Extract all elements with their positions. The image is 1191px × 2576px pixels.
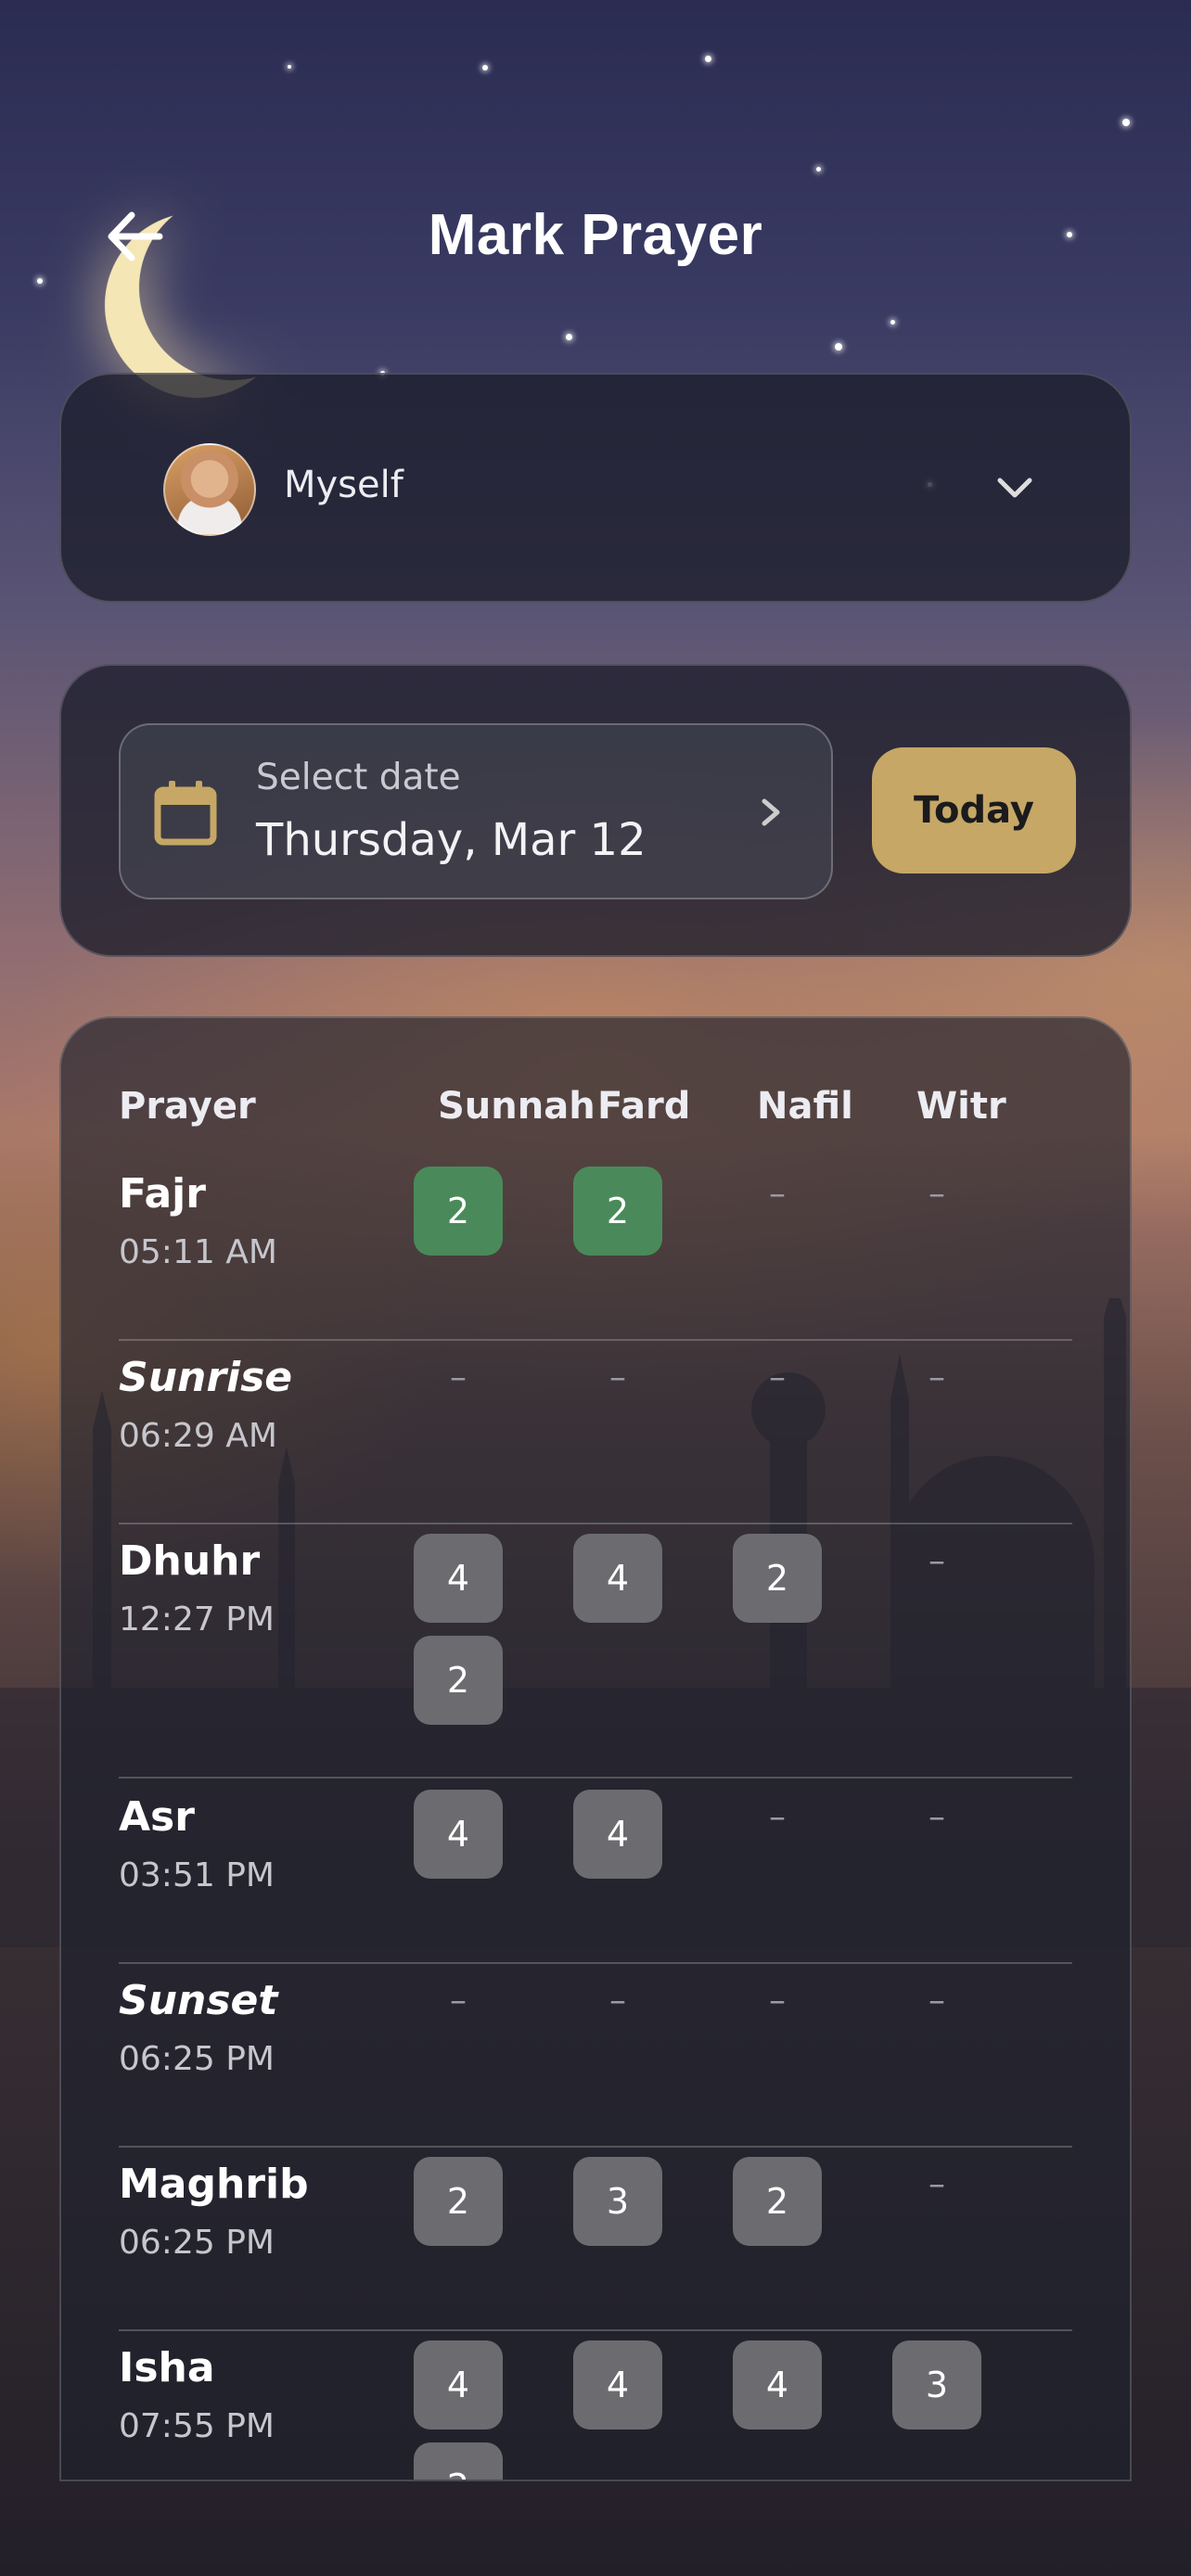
- sunnah-cell: –: [414, 1350, 503, 1406]
- rakat-pill[interactable]: 2: [414, 1636, 503, 1725]
- prayer-table: Prayer Sunnah Fard Nafil Witr Fajr 05:11 …: [59, 1016, 1132, 2481]
- fard-cell: 4: [573, 1790, 662, 1892]
- rakat-pill[interactable]: 4: [414, 2340, 503, 2429]
- empty-dash: –: [609, 1982, 626, 2020]
- prayer-name: Fajr: [119, 1170, 206, 1218]
- avatar: [163, 443, 256, 536]
- rakat-pill[interactable]: 3: [892, 2340, 981, 2429]
- rakat-pill[interactable]: 4: [573, 1790, 662, 1879]
- column-header-nafil: Nafil: [757, 1085, 853, 1128]
- prayer-name: Sunset: [119, 1977, 278, 2024]
- witr-cell: –: [892, 1973, 981, 2029]
- empty-dash: –: [928, 1982, 945, 2020]
- page-title: Mark Prayer: [428, 203, 763, 267]
- prayer-name: Isha: [119, 2344, 215, 2391]
- rakat-pill[interactable]: 2: [733, 2157, 822, 2246]
- fard-cell: 3: [573, 2157, 662, 2259]
- witr-cell: 3: [892, 2340, 981, 2442]
- rakat-pill[interactable]: 2: [414, 1167, 503, 1256]
- row-divider: [119, 1339, 1072, 1341]
- row-divider: [119, 2146, 1072, 2148]
- nafil-cell: 4: [733, 2340, 822, 2442]
- empty-dash: –: [769, 1798, 786, 1836]
- sunnah-cell: 4: [414, 1790, 503, 1892]
- today-button[interactable]: Today: [872, 747, 1076, 874]
- user-selector[interactable]: Myself: [59, 373, 1132, 603]
- rakat-pill[interactable]: 4: [414, 1534, 503, 1623]
- empty-dash: –: [928, 1358, 945, 1396]
- prayer-name: Maghrib: [119, 2161, 309, 2208]
- empty-dash: –: [609, 1358, 626, 1396]
- sunnah-cell: –: [414, 1973, 503, 2029]
- rakat-pill[interactable]: 2: [414, 2157, 503, 2246]
- row-divider: [119, 1523, 1072, 1524]
- rakat-pill[interactable]: 4: [573, 1534, 662, 1623]
- rakat-pill[interactable]: 3: [573, 2157, 662, 2246]
- nafil-cell: 2: [733, 2157, 822, 2259]
- chevron-down-icon[interactable]: [994, 467, 1035, 508]
- fard-cell: 4: [573, 1534, 662, 1636]
- date-card: Select date Thursday, Mar 12 Today: [59, 664, 1132, 957]
- user-name: Myself: [284, 464, 403, 506]
- empty-dash: –: [769, 1358, 786, 1396]
- witr-cell: –: [892, 2157, 981, 2213]
- prayer-name: Asr: [119, 1793, 195, 1841]
- empty-dash: –: [769, 1175, 786, 1213]
- empty-dash: –: [769, 1982, 786, 2020]
- sunnah-cell: 42: [414, 2340, 503, 2480]
- sunnah-cell: 2: [414, 1167, 503, 1269]
- column-header-prayer: Prayer: [119, 1085, 256, 1128]
- row-divider: [119, 2329, 1072, 2331]
- chevron-right-icon: [762, 798, 780, 826]
- fard-cell: –: [573, 1973, 662, 2029]
- top-bar: Mark Prayer: [0, 185, 1191, 287]
- nafil-cell: –: [733, 1350, 822, 1406]
- empty-dash: –: [928, 1175, 945, 1213]
- nafil-cell: –: [733, 1790, 822, 1845]
- fard-cell: 4: [573, 2340, 662, 2442]
- prayer-time: 07:55 PM: [119, 2407, 275, 2445]
- rakat-pill[interactable]: 4: [414, 1790, 503, 1879]
- prayer-name: Dhuhr: [119, 1537, 261, 1585]
- empty-dash: –: [450, 1358, 467, 1396]
- nafil-cell: 2: [733, 1534, 822, 1636]
- empty-dash: –: [928, 1542, 945, 1580]
- rakat-pill[interactable]: 4: [573, 2340, 662, 2429]
- rakat-pill[interactable]: 2: [414, 2442, 503, 2480]
- calendar-icon: [154, 781, 217, 846]
- row-divider: [119, 1777, 1072, 1779]
- date-label: Select date: [256, 757, 461, 798]
- witr-cell: –: [892, 1167, 981, 1222]
- date-picker-field[interactable]: Select date Thursday, Mar 12: [119, 723, 833, 899]
- witr-cell: –: [892, 1350, 981, 1406]
- rakat-pill[interactable]: 2: [573, 1167, 662, 1256]
- prayer-name: Sunrise: [119, 1354, 293, 1401]
- empty-dash: –: [928, 2165, 945, 2203]
- row-divider: [119, 1962, 1072, 1964]
- rakat-pill[interactable]: 2: [733, 1534, 822, 1623]
- witr-cell: –: [892, 1790, 981, 1845]
- prayer-time: 06:29 AM: [119, 1417, 277, 1455]
- column-header-fard: Fard: [597, 1085, 691, 1128]
- rakat-pill[interactable]: 4: [733, 2340, 822, 2429]
- selected-date: Thursday, Mar 12: [256, 814, 647, 866]
- sunnah-cell: 42: [414, 1534, 503, 1738]
- nafil-cell: –: [733, 1973, 822, 2029]
- prayer-time: 12:27 PM: [119, 1600, 275, 1639]
- column-header-sunnah: Sunnah: [438, 1085, 596, 1128]
- prayer-time: 03:51 PM: [119, 1856, 275, 1894]
- empty-dash: –: [450, 1982, 467, 2020]
- sunnah-cell: 2: [414, 2157, 503, 2259]
- fard-cell: –: [573, 1350, 662, 1406]
- prayer-time: 05:11 AM: [119, 1233, 277, 1271]
- fard-cell: 2: [573, 1167, 662, 1269]
- column-header-witr: Witr: [916, 1085, 1006, 1128]
- empty-dash: –: [928, 1798, 945, 1836]
- prayer-time: 06:25 PM: [119, 2040, 275, 2078]
- nafil-cell: –: [733, 1167, 822, 1222]
- prayer-time: 06:25 PM: [119, 2224, 275, 2262]
- witr-cell: –: [892, 1534, 981, 1589]
